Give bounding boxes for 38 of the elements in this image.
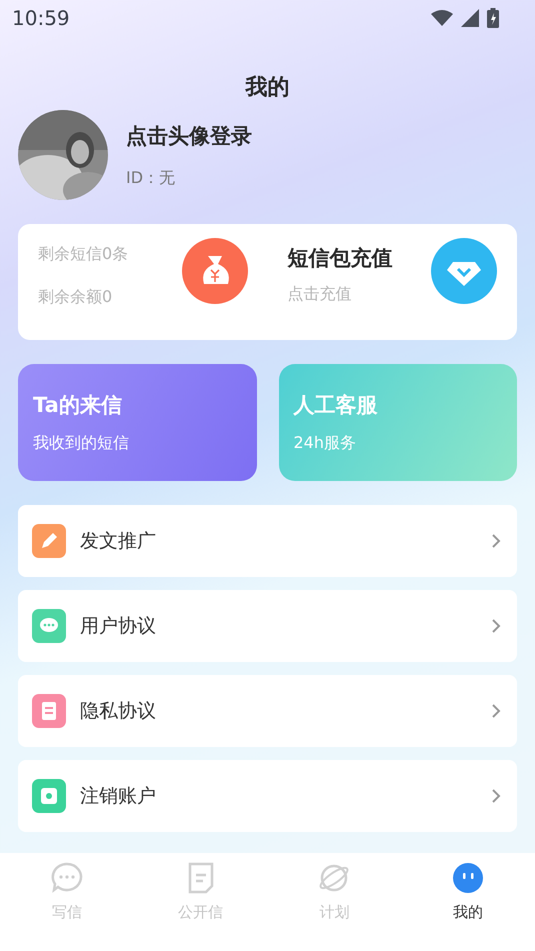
menu-item[interactable]: 注销账户 [18,760,517,832]
pencil-icon [32,524,66,558]
menu-label: 隐私协议 [80,699,157,724]
balance-remaining: 剩余余额0 [38,287,114,308]
feature-title: 人工客服 [294,392,378,419]
menu-item[interactable]: 用户协议 [18,590,517,662]
feature-subtitle: 我收到的短信 [33,433,130,454]
menu-item[interactable]: 发文推广 [18,505,517,577]
status-time: 10:59 [12,6,70,30]
recharge-title[interactable]: 短信包充值 [288,244,392,272]
tab[interactable]: 我的 [401,861,535,951]
feature-title: Ta的来信 [33,392,123,419]
tab-label: 写信 [52,903,82,922]
menu-label: 发文推广 [80,529,157,554]
sms-remaining: 剩余短信0条 [38,244,128,265]
document-icon [32,694,66,728]
battery-icon [487,8,499,28]
page-title: 我的 [246,75,290,100]
menu-label: 注销账户 [80,784,157,809]
money-bag-icon [182,238,248,304]
tab-label: 计划 [319,903,350,922]
recharge-hint: 点击充值 [288,284,352,305]
chevron-right-icon [491,788,501,804]
chevron-right-icon [491,533,501,549]
menu-label: 用户协议 [80,614,157,639]
feature-subtitle: 24h服务 [294,433,357,454]
menu-item[interactable]: 隐私协议 [18,675,517,747]
chevron-right-icon [491,618,501,634]
face-icon [451,861,486,895]
chat-icon [32,609,66,643]
tab-label: 公开信 [178,903,224,922]
login-prompt[interactable]: 点击头像登录 [126,122,252,150]
user-id: ID：无 [126,168,176,188]
tab-label: 我的 [453,903,484,922]
chat-icon [50,861,84,895]
wifi-icon [431,10,453,26]
chevron-right-icon [491,703,501,719]
signal-icon [461,9,479,27]
